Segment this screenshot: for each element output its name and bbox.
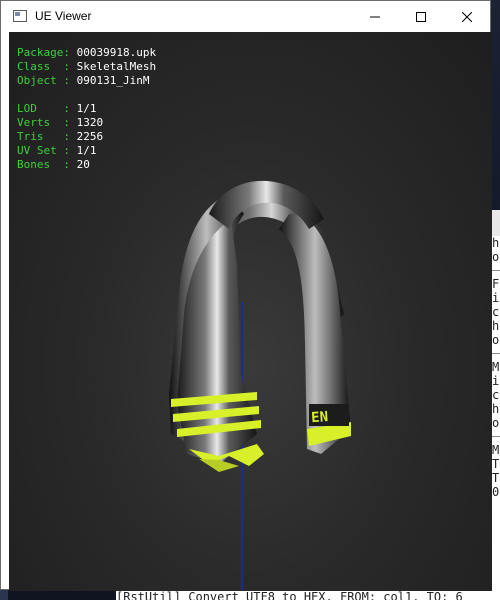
- minimize-button[interactable]: [352, 1, 398, 32]
- console-line: 0: [492, 485, 500, 499]
- info-label: UV Set: [17, 144, 57, 157]
- console-line: h: [492, 319, 500, 333]
- console-line: i: [492, 374, 500, 388]
- info-value: 1/1: [76, 144, 97, 157]
- 3d-viewport[interactable]: Package: 00039918.upk Class : SkeletalMe…: [9, 32, 492, 591]
- info-value: 20: [76, 158, 90, 171]
- console-line: h: [492, 402, 500, 416]
- ue-viewer-window: UE Viewer Package: 00039918.upk Class : …: [0, 0, 492, 591]
- skeletal-mesh-scarf: EN: [169, 180, 351, 472]
- maximize-button[interactable]: [398, 1, 444, 32]
- console-divider: [491, 436, 500, 437]
- info-label: LOD: [17, 102, 37, 115]
- console-line: o: [492, 333, 500, 347]
- info-label: Verts: [17, 116, 51, 129]
- console-line: T: [492, 457, 500, 471]
- info-label: Class: [17, 60, 51, 73]
- info-label: Object: [17, 74, 57, 87]
- console-line: i: [492, 291, 500, 305]
- info-value: 1/1: [76, 102, 97, 115]
- info-value: 1320: [76, 116, 104, 129]
- console-line: M: [492, 443, 500, 457]
- mesh-info-overlay: Package: 00039918.upk Class : SkeletalMe…: [17, 46, 157, 171]
- info-label: Bones: [17, 158, 51, 171]
- info-value: SkeletalMesh: [76, 60, 157, 73]
- console-line: o: [492, 416, 500, 430]
- info-value: 090131_JinM: [76, 74, 150, 87]
- maximize-icon: [416, 11, 426, 22]
- app-icon: [13, 10, 27, 22]
- info-value: 00039918.upk: [76, 46, 157, 59]
- console-line: M: [492, 360, 500, 374]
- console-divider: [491, 270, 500, 271]
- console-line: T: [492, 471, 500, 485]
- title-bar[interactable]: UE Viewer: [1, 1, 490, 32]
- background-console-bottom: [RstUtil] Convert UTF8 to HEX. FROM: col…: [116, 590, 500, 600]
- info-label: Package: [17, 46, 64, 59]
- console-line: c: [492, 388, 500, 402]
- svg-text:EN: EN: [311, 409, 329, 426]
- console-line: c: [492, 305, 500, 319]
- close-icon: [462, 11, 472, 22]
- console-header: [491, 210, 500, 236]
- minimize-icon: [370, 16, 380, 17]
- info-label: Tris: [17, 130, 44, 143]
- console-line: [RstUtil] Convert UTF8 to HEX. FROM: col…: [116, 590, 463, 600]
- console-line: o: [492, 250, 500, 264]
- console-divider: [491, 353, 500, 354]
- console-line: F: [492, 277, 500, 291]
- console-line: h: [492, 236, 500, 250]
- info-value: 2256: [76, 130, 104, 143]
- window-title: UE Viewer: [35, 9, 92, 23]
- close-button[interactable]: [444, 1, 490, 32]
- background-console: h o F i c h o M i c h o M T T 0: [491, 210, 500, 600]
